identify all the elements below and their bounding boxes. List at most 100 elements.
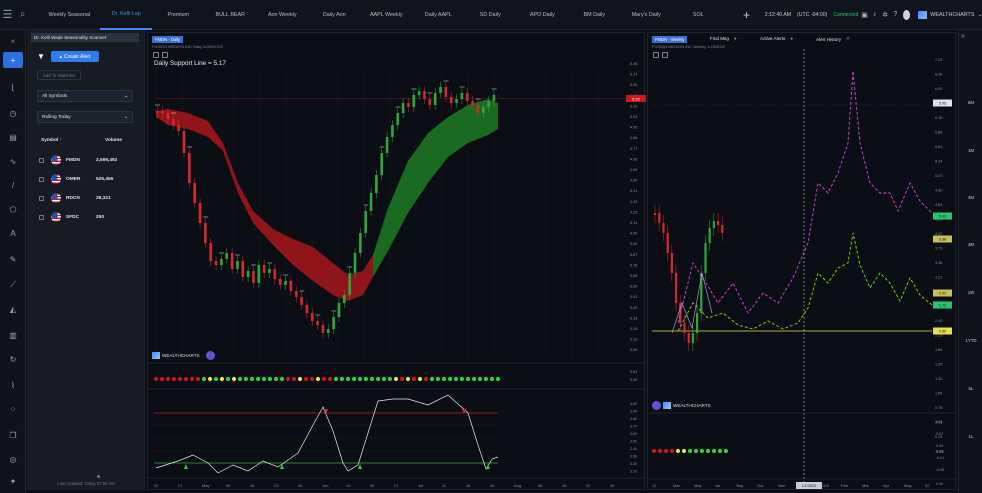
close-icon[interactable]: ● [734, 36, 737, 41]
search-icon[interactable]: ⌕ [15, 0, 30, 30]
signal-dot [723, 448, 729, 454]
table-row[interactable]: FMDN 2,599,492 [39, 154, 139, 166]
candle-body [670, 253, 673, 273]
row-checkbox[interactable] [39, 157, 44, 163]
shapes-icon[interactable]: ⬠ [3, 202, 23, 216]
line-tool-icon[interactable]: / [3, 178, 23, 192]
pencil-icon[interactable]: ✎ [3, 252, 23, 266]
row-symbol[interactable]: FMDN [66, 158, 96, 163]
layout-tab[interactable]: Dr. Kelli Lap [100, 0, 153, 30]
weekly-chart-canvas[interactable]: 7.236.966.696.426.155.885.615.345.074.80… [648, 33, 957, 491]
timeframe-label[interactable]: 6M [961, 100, 981, 105]
chart-type-icon[interactable]: ⌊ [3, 80, 23, 94]
chart-settings-icon[interactable] [653, 52, 659, 58]
row-symbol[interactable]: RDCN [66, 196, 96, 201]
price-tick: 4.50 [630, 179, 637, 183]
avatar[interactable] [903, 9, 911, 20]
layout-tab[interactable]: Mary's Daily [620, 0, 672, 30]
layout-tab[interactable]: Daily Aon [308, 0, 360, 30]
candle-body [305, 305, 309, 313]
settings-icon[interactable]: ✦ [3, 474, 23, 488]
layout-tab[interactable]: Weekly Seasonal [38, 0, 100, 30]
layout-tab[interactable]: SD Daily [464, 0, 516, 30]
daily-chart-panel[interactable]: 5.465.375.285.195.105.044.954.864.774.68… [147, 32, 646, 491]
trend-icon[interactable]: ∿ [3, 154, 23, 168]
chevron-down-icon[interactable]: ⌄ [977, 12, 982, 18]
layout-tab[interactable]: SOL [672, 0, 724, 30]
row-symbol[interactable]: OMER [66, 177, 96, 182]
indicator-badge-icon[interactable] [205, 351, 215, 360]
row-symbol[interactable]: SFDC [66, 215, 96, 220]
timezone[interactable]: (UTC -04:00) [797, 12, 827, 18]
signal-dot [231, 376, 237, 382]
layout-tab[interactable]: Premium [152, 0, 204, 30]
signal-dot [243, 376, 249, 382]
create-alert-button[interactable]: ▴ Create Alert [51, 51, 99, 62]
bell-icon[interactable]: ♪ [871, 11, 879, 18]
symbols-select[interactable]: All Symbols ⌄ [37, 90, 133, 102]
copy-icon[interactable]: ❐ [3, 428, 23, 442]
chart-settings-icon[interactable] [153, 52, 159, 58]
us-flag-icon [51, 155, 61, 165]
price-tick: 3.96 [630, 242, 637, 246]
timeframe-label[interactable]: 3M [961, 242, 981, 247]
eraser-icon[interactable]: ◭ [3, 302, 23, 316]
daily-chart-canvas[interactable]: 5.465.375.285.195.105.044.954.864.774.68… [148, 33, 646, 491]
layout-tab[interactable]: APO Daily [516, 0, 568, 30]
row-checkbox[interactable] [39, 176, 44, 182]
table-row[interactable]: SFDC 250 [39, 211, 139, 223]
timeframe-label[interactable]: 5L [961, 386, 981, 391]
layout-tab[interactable]: AAPL Weekly [360, 0, 412, 30]
refresh-icon[interactable]: ↻ [3, 352, 23, 366]
clock-icon[interactable]: ◷ [3, 106, 23, 120]
collapse-panel-icon[interactable]: « [3, 34, 23, 48]
col-symbol-header[interactable]: Symbol ↑ [41, 138, 62, 143]
timeframe-label[interactable]: 1M [961, 148, 981, 153]
layout-tab[interactable]: Daily AAPL [412, 0, 464, 30]
layout-tab[interactable]: BULL BEAR [204, 0, 256, 30]
timeframe-label[interactable]: 1YTD [961, 338, 981, 343]
timeframe-label[interactable]: 4M [961, 195, 981, 200]
chart-add-icon[interactable] [162, 52, 168, 58]
indicator-icon[interactable]: ⌇ [3, 378, 23, 392]
add-tab-icon[interactable]: + [738, 8, 755, 22]
find-msg-tab[interactable]: Find Msg ● [710, 36, 737, 41]
lock-icon[interactable]: ▣ [860, 11, 868, 19]
alert-history-tab[interactable]: Alert History ✕ [816, 36, 850, 42]
indicator-badge-icon[interactable] [652, 401, 661, 410]
weekly-chart-panel[interactable]: 7.236.966.696.426.155.885.615.345.074.80… [647, 32, 957, 491]
table-row[interactable]: RDCN 28,321 [39, 192, 139, 204]
price-tick: 1.32 [935, 377, 942, 381]
layout-tab[interactable]: BM Daily [568, 0, 620, 30]
expand-panel-icon[interactable]: » [961, 33, 965, 40]
chart-add-icon[interactable] [662, 52, 668, 58]
gear-icon[interactable]: ✲ [881, 11, 889, 19]
add-panel-button[interactable]: + [3, 52, 23, 68]
trash-icon[interactable]: ▥ [3, 328, 23, 342]
close-icon[interactable]: ✕ [846, 36, 850, 42]
layout-tab[interactable]: Aon Weekly [256, 0, 308, 30]
ruler-icon[interactable]: ⟋ [3, 278, 23, 292]
add-to-watchlist-button[interactable]: Add To Watchlist [37, 70, 81, 80]
timeframe-label[interactable]: 1L [961, 434, 981, 439]
signal-dot [339, 376, 345, 382]
help-circle-icon[interactable]: ◎ [3, 452, 23, 466]
calendar-icon[interactable]: ▤ [3, 130, 23, 144]
table-row[interactable]: OMER 525,455 [39, 173, 139, 185]
x-tick: 09 [226, 483, 231, 488]
daily-chart-tab[interactable]: FMDN - Daily [152, 36, 184, 43]
close-icon[interactable]: ● [790, 36, 793, 41]
weekly-chart-tab[interactable]: FMDN - Weekly [652, 36, 688, 43]
filter-icon[interactable]: ▼ [37, 52, 45, 61]
timeframe-label[interactable]: 1W [961, 290, 981, 295]
period-select[interactable]: Rolling Today ⌄ [37, 111, 133, 123]
row-checkbox[interactable] [39, 195, 44, 201]
scatter-icon[interactable]: ⁘ [3, 402, 23, 416]
hamburger-menu-icon[interactable]: ☰ [0, 0, 15, 30]
row-checkbox[interactable] [39, 214, 44, 220]
text-tool-icon[interactable]: A [3, 226, 23, 240]
help-icon[interactable]: ? [891, 11, 899, 18]
col-volume-header[interactable]: Volume [105, 138, 122, 143]
brand-mark-icon [152, 352, 160, 359]
active-alerts-tab[interactable]: Active Alerts ● [760, 36, 793, 41]
